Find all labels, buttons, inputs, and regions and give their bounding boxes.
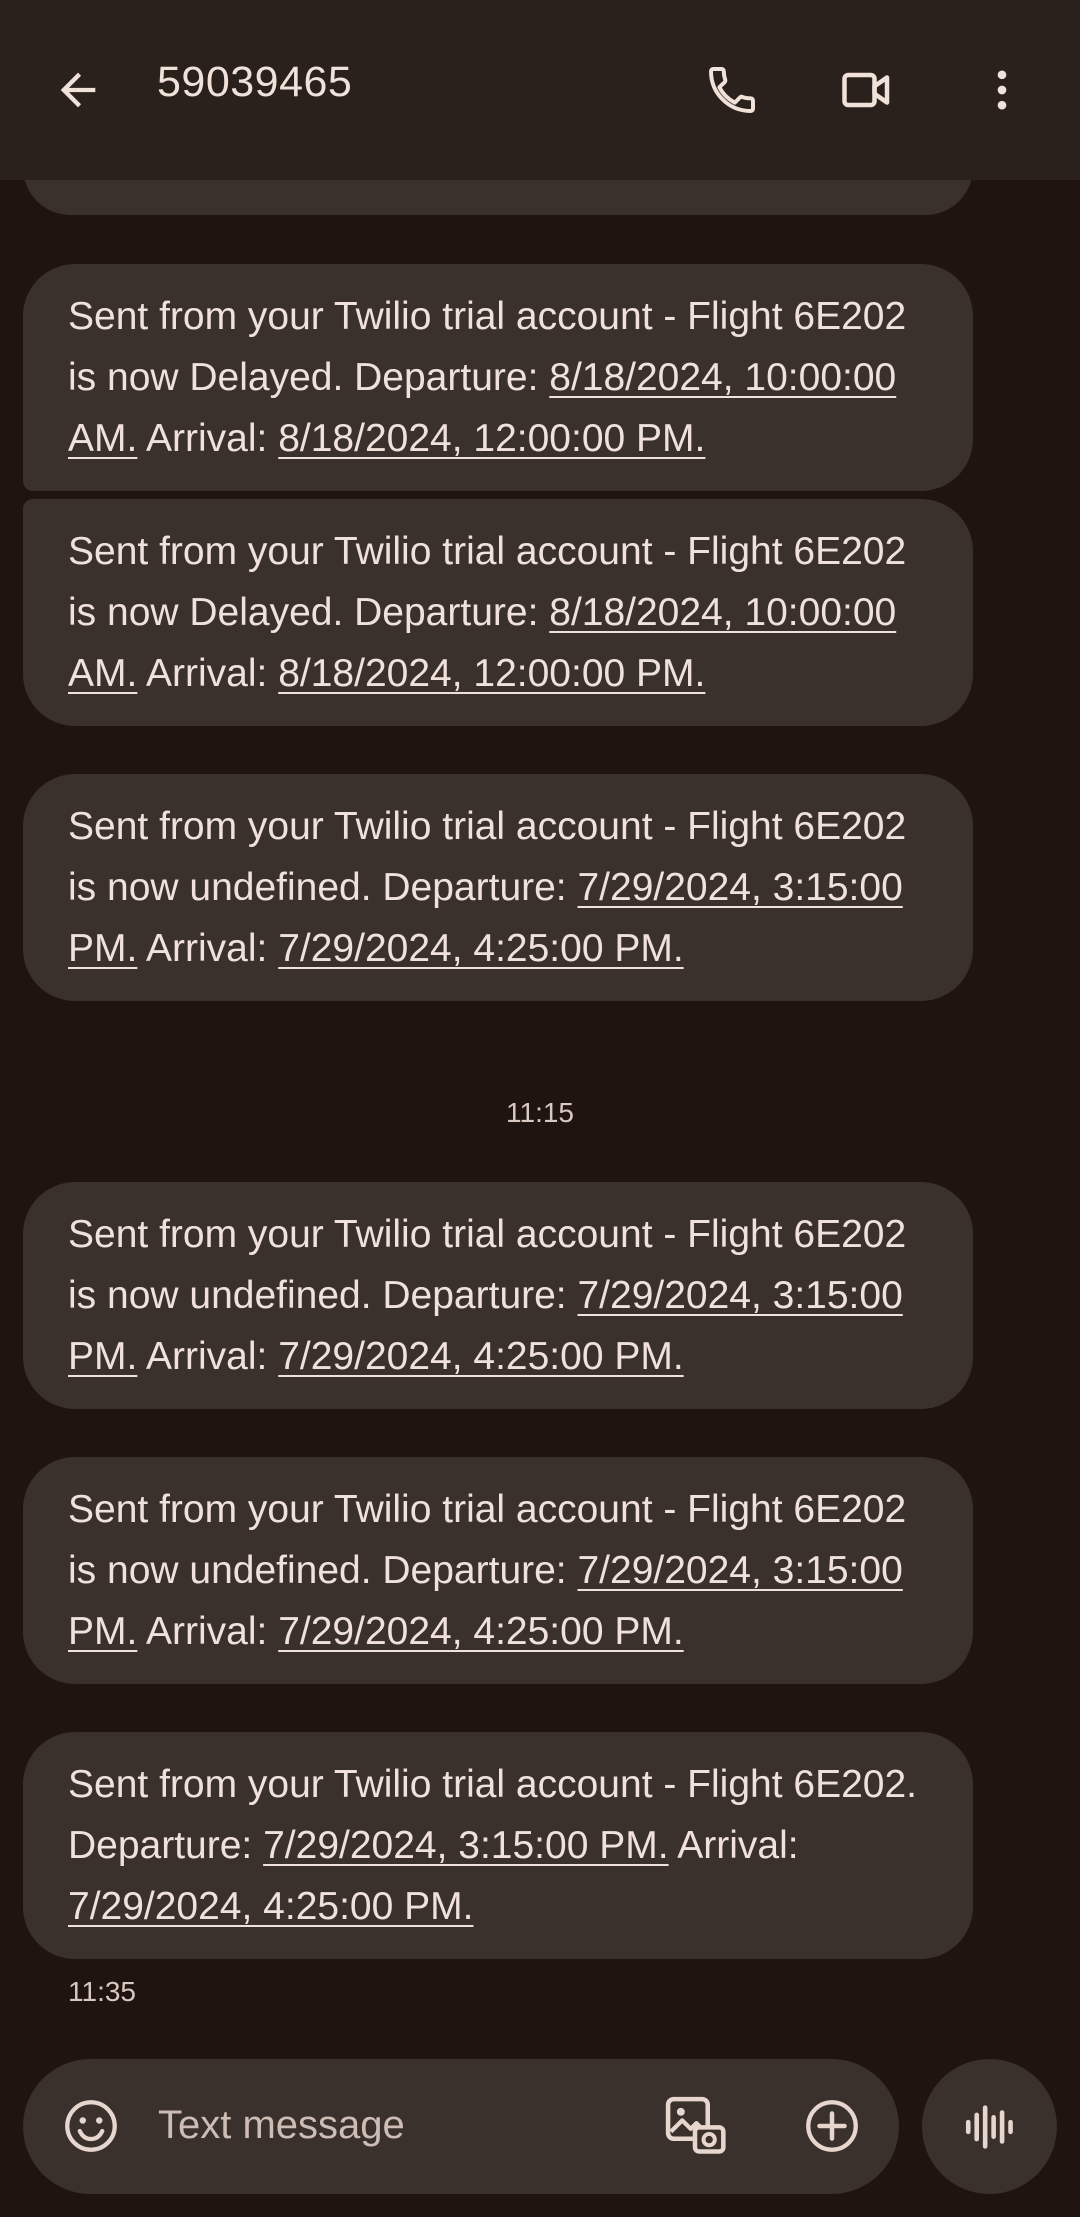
more-vertical-icon bbox=[997, 70, 1007, 110]
message-thread[interactable]: Sent from your Twilio trial account - Fl… bbox=[0, 180, 1080, 2040]
compose-bar: Text message bbox=[23, 2059, 899, 2194]
arrow-left-icon bbox=[60, 72, 96, 108]
voice-waveform-icon bbox=[965, 2104, 1013, 2149]
message-bubble[interactable]: Sent from your Twilio trial account - Fl… bbox=[23, 1457, 973, 1684]
message-text: Arrival: bbox=[137, 927, 279, 970]
back-button[interactable] bbox=[38, 50, 118, 130]
message-bubble[interactable]: Sent from your Twilio trial account - Fl… bbox=[23, 264, 973, 491]
video-camera-icon bbox=[842, 72, 890, 108]
add-circle-icon bbox=[806, 2100, 858, 2152]
message-text: Arrival: bbox=[137, 417, 279, 460]
gallery-button[interactable] bbox=[655, 2086, 735, 2166]
arrival-datetime-link[interactable]: 8/18/2024, 12:00:00 PM. bbox=[278, 652, 705, 695]
more-options-button[interactable] bbox=[962, 50, 1042, 130]
phone-icon bbox=[709, 67, 755, 113]
arrival-datetime-link[interactable]: 7/29/2024, 4:25:00 PM. bbox=[278, 927, 683, 970]
call-button[interactable] bbox=[692, 50, 772, 130]
message-timestamp: 11:35 bbox=[68, 1976, 136, 2007]
arrival-datetime-link[interactable]: 8/18/2024, 12:00:00 PM. bbox=[278, 417, 705, 460]
message-text: Arrival: bbox=[137, 652, 279, 695]
app-bar: 59039465 bbox=[0, 0, 1080, 180]
add-attachment-button[interactable] bbox=[792, 2086, 872, 2166]
message-text: Arrival: bbox=[137, 1335, 279, 1378]
message-bubble[interactable]: Sent from your Twilio trial account - Fl… bbox=[23, 499, 973, 726]
message-input-placeholder: Text message bbox=[158, 2103, 405, 2147]
message-bubble-partial[interactable] bbox=[23, 180, 973, 215]
time-divider: 11:15 bbox=[506, 1097, 574, 1128]
arrival-datetime-link[interactable]: 7/29/2024, 4:25:00 PM. bbox=[278, 1335, 683, 1378]
message-bubble[interactable]: Sent from your Twilio trial account - Fl… bbox=[23, 774, 973, 1001]
video-call-button[interactable] bbox=[827, 50, 907, 130]
conversation-title: 59039465 bbox=[157, 58, 353, 106]
message-input[interactable]: Text message bbox=[143, 2059, 663, 2194]
departure-datetime-link[interactable]: 7/29/2024, 3:15:00 PM. bbox=[263, 1824, 668, 1867]
emoji-icon bbox=[65, 2100, 117, 2152]
voice-message-button[interactable] bbox=[922, 2059, 1057, 2194]
gallery-icon bbox=[665, 2096, 726, 2154]
message-bubble[interactable]: Sent from your Twilio trial account - Fl… bbox=[23, 1732, 973, 1959]
emoji-button[interactable] bbox=[51, 2086, 131, 2166]
arrival-datetime-link[interactable]: 7/29/2024, 4:25:00 PM. bbox=[278, 1610, 683, 1653]
message-text: Arrival: bbox=[668, 1824, 799, 1867]
message-text: Arrival: bbox=[137, 1610, 279, 1653]
arrival-datetime-link[interactable]: 7/29/2024, 4:25:00 PM. bbox=[68, 1885, 473, 1928]
message-bubble[interactable]: Sent from your Twilio trial account - Fl… bbox=[23, 1182, 973, 1409]
